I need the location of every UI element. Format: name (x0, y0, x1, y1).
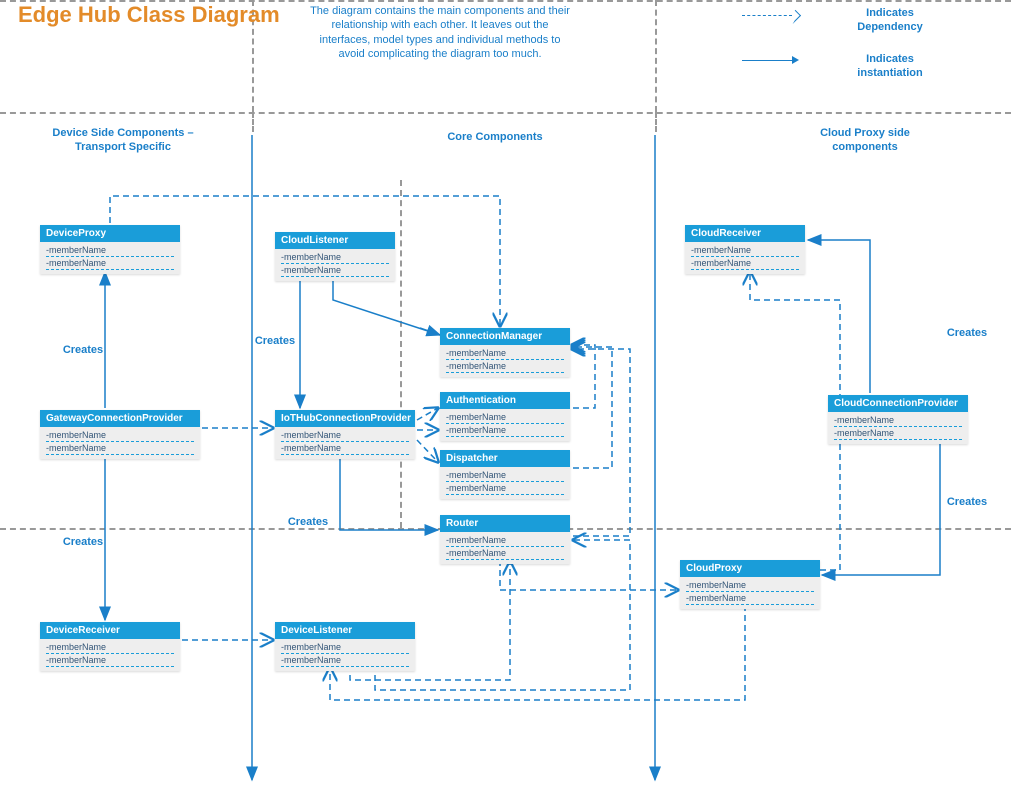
class-member: -memberName (46, 244, 174, 257)
class-header: CloudConnectionProvider (828, 395, 968, 412)
edge-label: Creates (250, 334, 300, 348)
class-member: -memberName (46, 429, 194, 442)
class-header: Dispatcher (440, 450, 570, 467)
class-header: Router (440, 515, 570, 532)
section-left: Device Side Components – Transport Speci… (38, 126, 208, 155)
class-member: -memberName (686, 579, 814, 592)
class-member: -memberName (281, 251, 389, 264)
class-header: Authentication (440, 392, 570, 409)
divider (655, 112, 657, 132)
divider (655, 0, 657, 112)
class-member: -memberName (46, 257, 174, 270)
legend-dependency-line (742, 15, 792, 16)
divider (252, 112, 254, 132)
class-header: DeviceProxy (40, 225, 180, 242)
class-member: -memberName (446, 411, 564, 424)
section-right: Cloud Proxy side components (790, 126, 940, 155)
class-member: -memberName (834, 427, 962, 440)
class-CloudListener: CloudListener -memberName-memberName (275, 232, 395, 281)
class-member: -memberName (686, 592, 814, 605)
edge-label: Creates (942, 326, 992, 340)
class-member: -memberName (446, 360, 564, 373)
class-ConnectionManager: ConnectionManager -memberName-memberName (440, 328, 570, 377)
class-member: -memberName (446, 469, 564, 482)
legend-instantiation-arrow (792, 56, 799, 64)
class-Router: Router -memberName-memberName (440, 515, 570, 564)
legend-instantiation-label: Indicates instantiation (840, 52, 940, 81)
diagram-description: The diagram contains the main components… (305, 4, 575, 61)
class-Dispatcher: Dispatcher -memberName-memberName (440, 450, 570, 499)
class-DeviceListener: DeviceListener -memberName-memberName (275, 622, 415, 671)
edge-label: Creates (58, 535, 108, 549)
class-member: -memberName (446, 347, 564, 360)
class-member: -memberName (691, 244, 799, 257)
class-CloudConnectionProvider: CloudConnectionProvider -memberName-membe… (828, 395, 968, 444)
divider (400, 180, 402, 528)
class-header: DeviceListener (275, 622, 415, 639)
class-member: -memberName (446, 482, 564, 495)
class-IoTHubConnectionProvider: IoTHubConnectionProvider -memberName-memb… (275, 410, 415, 459)
class-GatewayConnectionProvider: GatewayConnectionProvider -memberName-mem… (40, 410, 200, 459)
divider (0, 112, 1011, 114)
class-header: CloudListener (275, 232, 395, 249)
class-Authentication: Authentication -memberName-memberName (440, 392, 570, 441)
class-member: -memberName (446, 534, 564, 547)
class-member: -memberName (281, 641, 409, 654)
class-header: IoTHubConnectionProvider (275, 410, 415, 427)
class-header: ConnectionManager (440, 328, 570, 345)
class-header: CloudReceiver (685, 225, 805, 242)
class-member: -memberName (46, 442, 194, 455)
class-member: -memberName (281, 264, 389, 277)
legend-dependency-label: Indicates Dependency (840, 6, 940, 35)
class-header: DeviceReceiver (40, 622, 180, 639)
class-member: -memberName (46, 654, 174, 667)
class-member: -memberName (834, 414, 962, 427)
class-CloudProxy: CloudProxy -memberName-memberName (680, 560, 820, 609)
class-member: -memberName (281, 442, 409, 455)
page-title: Edge Hub Class Diagram (18, 2, 280, 28)
class-member: -memberName (281, 429, 409, 442)
legend-instantiation-line (742, 60, 792, 61)
edge-label: Creates (942, 495, 992, 509)
edge-label: Creates (283, 515, 333, 529)
class-member: -memberName (46, 641, 174, 654)
class-member: -memberName (446, 547, 564, 560)
class-DeviceProxy: DeviceProxy -memberName-memberName (40, 225, 180, 274)
class-member: -memberName (281, 654, 409, 667)
class-DeviceReceiver: DeviceReceiver -memberName-memberName (40, 622, 180, 671)
class-header: CloudProxy (680, 560, 820, 577)
class-member: -memberName (446, 424, 564, 437)
edge-label: Creates (58, 343, 108, 357)
section-center: Core Components (420, 130, 570, 144)
class-header: GatewayConnectionProvider (40, 410, 200, 427)
class-CloudReceiver: CloudReceiver -memberName-memberName (685, 225, 805, 274)
legend-dependency-arrow (787, 10, 801, 24)
class-member: -memberName (691, 257, 799, 270)
